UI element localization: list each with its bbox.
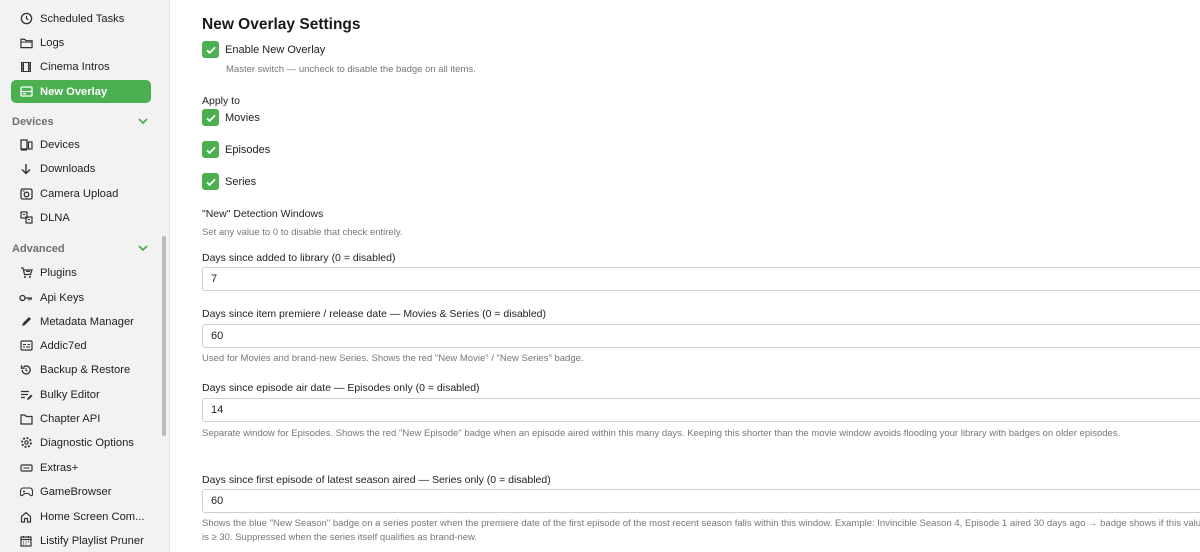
- film-icon: [19, 60, 33, 74]
- checkbox-label: Enable New Overlay: [225, 43, 326, 56]
- sidebar-item-backup-restore[interactable]: Backup & Restore: [11, 358, 151, 381]
- folder-icon: [19, 36, 33, 50]
- section-advanced-header[interactable]: Advanced: [12, 240, 152, 258]
- bulk-edit-icon: [19, 388, 33, 402]
- days-episode-air-input[interactable]: [202, 398, 1200, 422]
- sidebar-item-dlna[interactable]: DLNA: [11, 206, 151, 229]
- settings-panel: New Overlay Settings Enable New Overlay …: [170, 0, 1200, 552]
- sidebar-item-plugins[interactable]: Plugins: [11, 261, 151, 284]
- sidebar-item-label: DLNA: [40, 211, 70, 224]
- page-title: New Overlay Settings: [202, 16, 361, 33]
- sidebar-item-label: Addic7ed: [40, 339, 87, 352]
- sidebar-item-camera-upload[interactable]: Camera Upload: [11, 182, 151, 205]
- sidebar-item-new-overlay[interactable]: New Overlay: [11, 80, 151, 103]
- sidebar-item-label: Diagnostic Options: [40, 436, 134, 449]
- subtitles-icon: [19, 339, 33, 353]
- sidebar: Scheduled Tasks Logs Cinema Intros New O…: [0, 0, 170, 552]
- key-icon: [19, 291, 33, 305]
- sidebar-item-label: Plugins: [40, 266, 77, 279]
- overlay-icon: [19, 85, 33, 99]
- sidebar-item-label: Logs: [40, 36, 65, 49]
- extras-icon: [19, 461, 33, 475]
- sidebar-item-label: Listify Playlist Pruner: [40, 534, 144, 547]
- download-icon: [19, 162, 33, 176]
- days-new-season-input[interactable]: [202, 489, 1200, 513]
- sidebar-item-addic7ed[interactable]: Addic7ed: [11, 334, 151, 357]
- days-premiere-input[interactable]: [202, 324, 1200, 348]
- section-devices-header[interactable]: Devices: [12, 113, 152, 131]
- days-episode-air-hint: Separate window for Episodes. Shows the …: [202, 428, 1121, 439]
- episodes-checkbox[interactable]: [202, 141, 219, 158]
- chevron-down-icon: [138, 243, 148, 255]
- sidebar-item-label: Cinema Intros: [40, 60, 110, 73]
- sidebar-item-logs[interactable]: Logs: [11, 31, 151, 54]
- sidebar-item-label: Extras+: [40, 461, 79, 474]
- sidebar-item-label: New Overlay: [40, 85, 108, 98]
- days-new-season-hint: Shows the blue "New Season" badge on a s…: [202, 518, 1200, 543]
- cart-icon: [19, 266, 33, 280]
- sidebar-item-label: Camera Upload: [40, 187, 119, 200]
- sidebar-item-bulky-editor[interactable]: Bulky Editor: [11, 383, 151, 406]
- sidebar-item-diagnostic-options[interactable]: Diagnostic Options: [11, 431, 151, 454]
- folder-outline-icon: [19, 412, 33, 426]
- sidebar-item-label: Devices: [40, 138, 80, 151]
- days-new-season-label: Days since first episode of latest seaso…: [202, 474, 551, 486]
- sidebar-item-extras[interactable]: Extras+: [11, 456, 151, 479]
- sidebar-item-label: Chapter API: [40, 412, 101, 425]
- gear-icon: [19, 436, 33, 450]
- apply-series-row: Series: [202, 173, 256, 190]
- sidebar-item-label: Api Keys: [40, 291, 85, 304]
- sidebar-scrollbar[interactable]: [162, 236, 166, 436]
- sidebar-item-label: Downloads: [40, 162, 96, 175]
- sidebar-item-listify[interactable]: Listify Playlist Pruner: [11, 529, 151, 552]
- days-premiere-label: Days since item premiere / release date …: [202, 308, 547, 320]
- sidebar-item-label: Scheduled Tasks: [40, 12, 125, 25]
- days-episode-air-label: Days since episode air date — Episodes o…: [202, 382, 480, 394]
- apply-episodes-row: Episodes: [202, 141, 270, 158]
- pencil-icon: [19, 315, 33, 329]
- chevron-down-icon: [138, 116, 148, 128]
- days-premiere-hint: Used for Movies and brand-new Series. Sh…: [202, 353, 584, 364]
- sidebar-item-metadata-manager[interactable]: Metadata Manager: [11, 310, 151, 333]
- enable-overlay-checkbox[interactable]: [202, 41, 219, 58]
- devices-icon: [19, 138, 33, 152]
- sidebar-item-home-screen[interactable]: Home Screen Com...: [11, 505, 151, 528]
- apply-to-label: Apply to: [202, 95, 240, 107]
- home-icon: [19, 510, 33, 524]
- dlna-icon: [19, 211, 33, 225]
- sidebar-item-cinema-intros[interactable]: Cinema Intros: [11, 55, 151, 78]
- sidebar-item-label: Backup & Restore: [40, 363, 131, 376]
- detection-windows-heading: "New" Detection Windows: [202, 208, 324, 220]
- detection-windows-hint: Set any value to 0 to disable that check…: [202, 227, 403, 238]
- sidebar-item-api-keys[interactable]: Api Keys: [11, 286, 151, 309]
- sidebar-item-devices[interactable]: Devices: [11, 133, 151, 156]
- section-title: Devices: [12, 116, 54, 128]
- section-title: Advanced: [12, 243, 65, 255]
- camera-icon: [19, 187, 33, 201]
- sidebar-item-label: GameBrowser: [40, 485, 112, 498]
- checkbox-label: Episodes: [225, 143, 271, 156]
- series-checkbox[interactable]: [202, 173, 219, 190]
- clock-icon: [19, 12, 33, 26]
- sidebar-item-gamebrowser[interactable]: GameBrowser: [11, 480, 151, 503]
- sidebar-item-label: Bulky Editor: [40, 388, 100, 401]
- days-added-label: Days since added to library (0 = disable…: [202, 252, 396, 264]
- restore-icon: [19, 363, 33, 377]
- sidebar-item-chapter-api[interactable]: Chapter API: [11, 407, 151, 430]
- checkbox-label: Series: [225, 175, 257, 188]
- apply-movies-row: Movies: [202, 109, 260, 126]
- movies-checkbox[interactable]: [202, 109, 219, 126]
- enable-overlay-row: Enable New Overlay: [202, 41, 325, 58]
- sidebar-item-label: Home Screen Com...: [40, 510, 145, 523]
- gamepad-icon: [19, 485, 33, 499]
- sidebar-item-label: Metadata Manager: [40, 315, 134, 328]
- days-added-input[interactable]: [202, 267, 1200, 291]
- sidebar-item-scheduled-tasks[interactable]: Scheduled Tasks: [11, 7, 151, 30]
- calendar-icon: [19, 534, 33, 548]
- enable-overlay-hint: Master switch — uncheck to disable the b…: [226, 64, 476, 75]
- checkbox-label: Movies: [225, 111, 260, 124]
- sidebar-item-downloads[interactable]: Downloads: [11, 157, 151, 180]
